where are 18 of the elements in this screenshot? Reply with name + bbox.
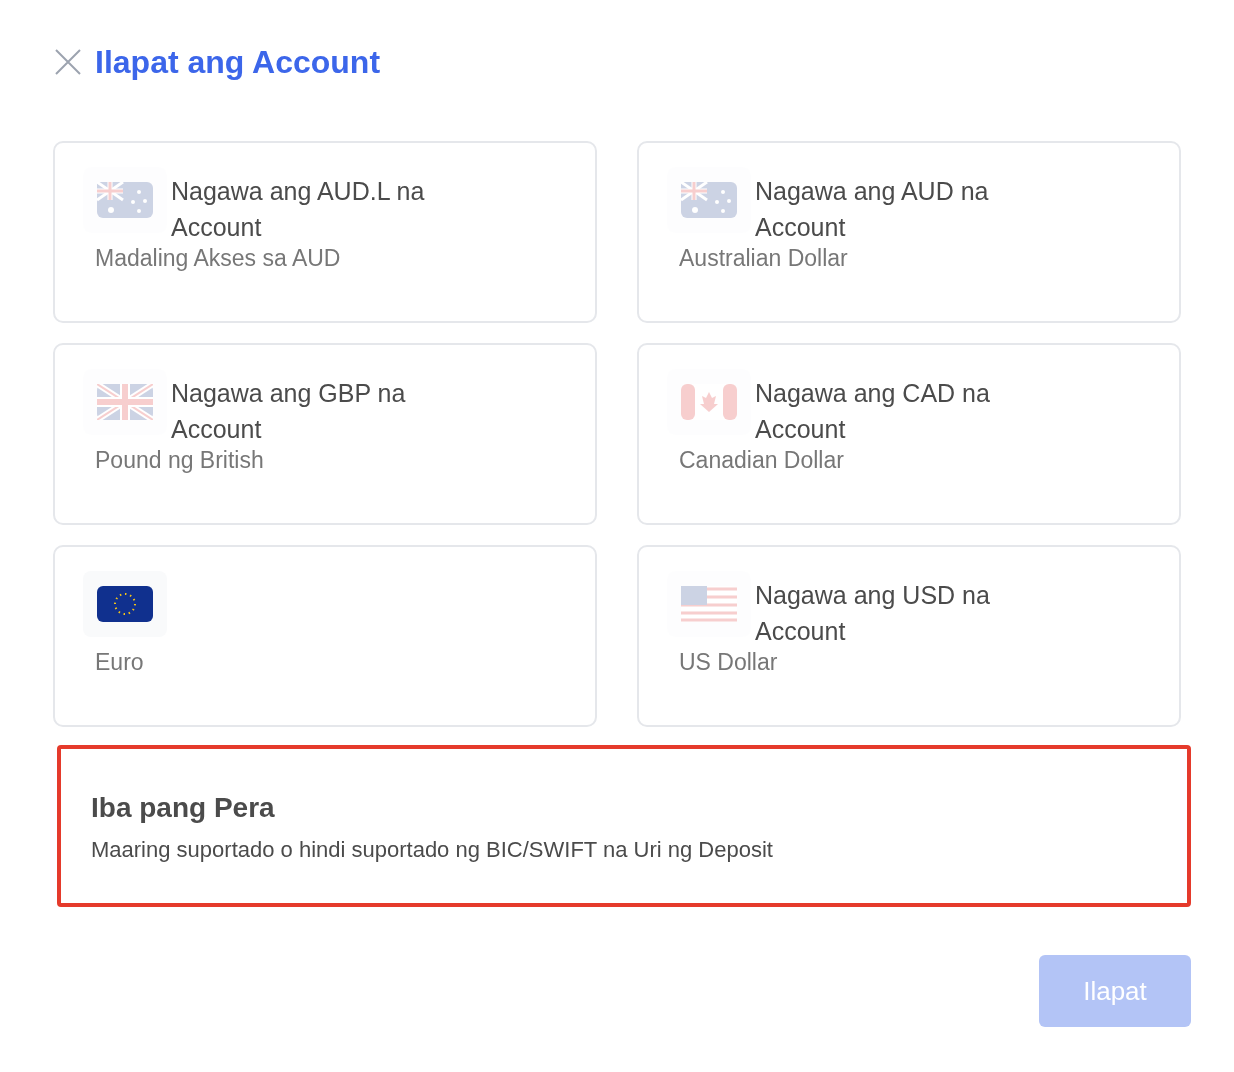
option-subtitle: US Dollar	[679, 648, 779, 677]
option-title: Nagawa ang AUD.L na Account	[171, 176, 426, 243]
option-title: Nagawa ang USD na Account	[755, 580, 991, 647]
option-subtitle: Pound ng British	[95, 446, 265, 475]
other-currency-option[interactable]: Iba pang Pera Maaring suportado o hindi suportado ng BIC/SWIFT na Uri ng Deposit	[57, 745, 1191, 907]
option-subtitle: Euro	[95, 648, 145, 677]
option-subtitle: Canadian Dollar	[679, 446, 845, 475]
close-button[interactable]	[53, 47, 83, 77]
option-title: Nagawa ang AUD na Account	[755, 176, 990, 243]
dialog-title: Ilapat ang Account	[95, 43, 381, 82]
option-description: Maaring suportado o hindi suportado ng BIC/SWIFT na Uri ng Deposit	[91, 835, 774, 864]
option-title: Nagawa ang GBP na Account	[171, 378, 407, 445]
option-subtitle: Madaling Akses sa AUD	[95, 244, 342, 273]
option-title: Iba pang Pera	[91, 790, 276, 825]
option-subtitle: Australian Dollar	[679, 244, 849, 273]
close-icon	[54, 48, 82, 76]
option-title: Nagawa ang CAD na Account	[755, 378, 991, 445]
currency-option[interactable]: Euro	[53, 545, 597, 727]
